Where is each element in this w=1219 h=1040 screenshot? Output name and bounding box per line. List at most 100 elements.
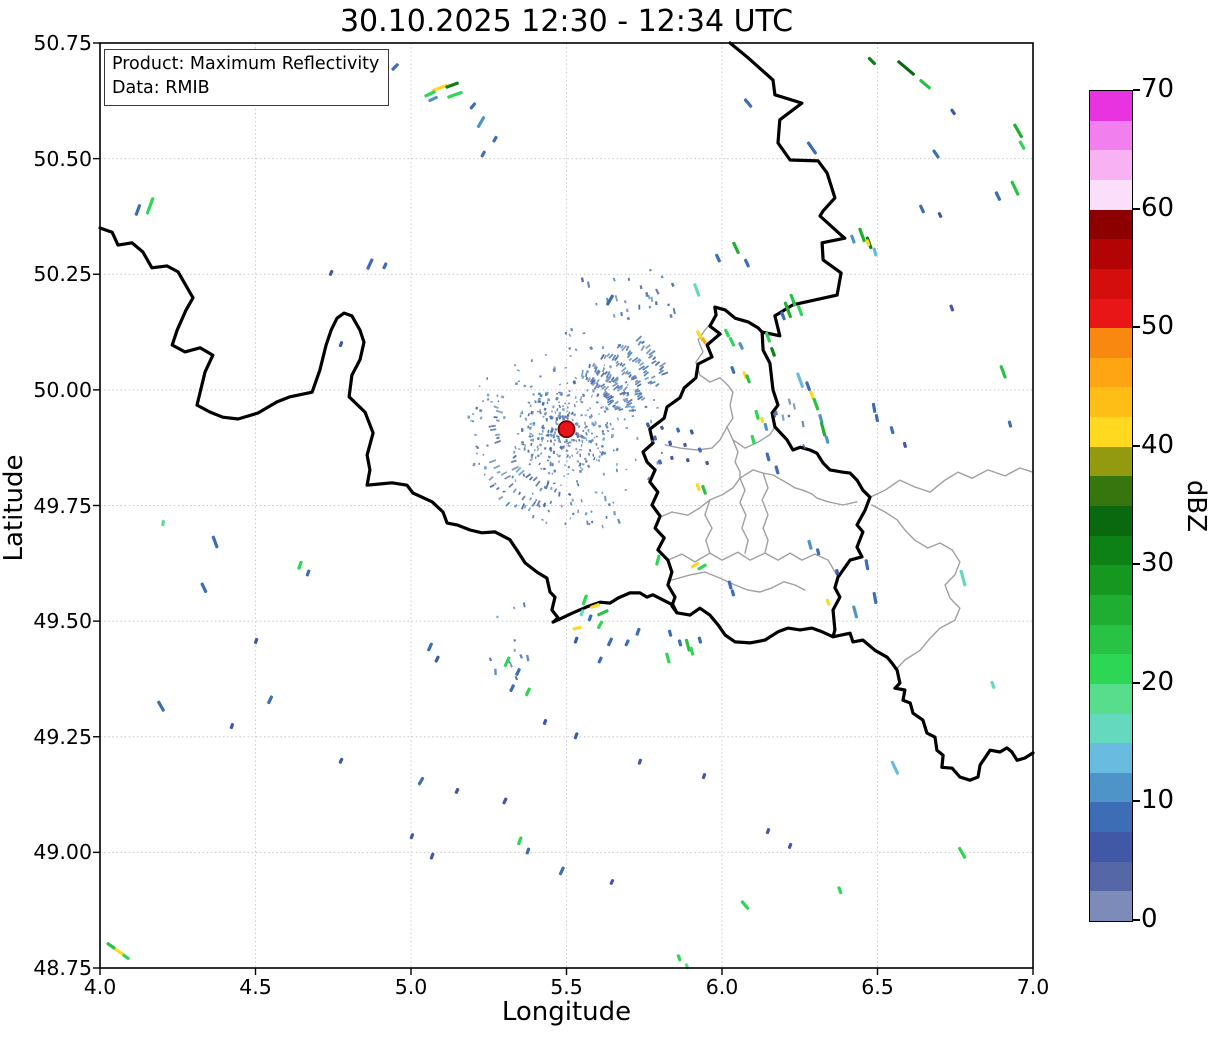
echo-streak bbox=[253, 637, 259, 645]
clutter-speck bbox=[608, 380, 612, 383]
echo-speck bbox=[586, 281, 591, 288]
clutter-speck bbox=[523, 447, 526, 451]
echo-speck bbox=[526, 654, 530, 662]
echo-speck bbox=[654, 301, 658, 306]
clutter-speck bbox=[555, 393, 559, 395]
clutter-speck bbox=[594, 420, 597, 425]
echo-streak bbox=[587, 614, 593, 622]
clutter-arc-speck bbox=[513, 504, 518, 508]
clutter-speck bbox=[587, 464, 591, 469]
clutter-speck bbox=[574, 396, 577, 399]
y-tick-label: 50.25 bbox=[33, 262, 92, 287]
clutter-speck bbox=[553, 442, 556, 446]
clutter-speck bbox=[483, 473, 486, 476]
clutter-arc-speck bbox=[512, 488, 517, 494]
echo-streak bbox=[492, 135, 498, 143]
clutter-arc-speck bbox=[518, 491, 521, 496]
clutter-speck bbox=[514, 479, 517, 482]
clutter-arc-speck bbox=[521, 495, 526, 501]
echo-speck bbox=[648, 305, 652, 309]
echo-streak bbox=[480, 150, 486, 158]
clutter-arc-speck bbox=[488, 475, 494, 481]
clutter-speck bbox=[551, 463, 554, 467]
echo-streak bbox=[825, 598, 831, 606]
echo-streak bbox=[689, 429, 694, 435]
colorbar-segment bbox=[1090, 742, 1132, 773]
echo-streak bbox=[624, 639, 630, 647]
clutter-arc-speck bbox=[600, 353, 605, 360]
clutter-speck bbox=[636, 436, 639, 440]
clutter-speck bbox=[564, 367, 568, 369]
colorbar-segment bbox=[1090, 327, 1132, 358]
clutter-speck bbox=[547, 509, 550, 513]
clutter-speck bbox=[531, 434, 534, 438]
echo-streak bbox=[889, 426, 895, 435]
colorbar-segment bbox=[1090, 298, 1132, 329]
echo-streak bbox=[525, 847, 531, 855]
echo-streak bbox=[864, 559, 870, 571]
colorbar-segment bbox=[1090, 238, 1132, 269]
clutter-speck bbox=[482, 400, 485, 403]
colorbar-segment bbox=[1090, 653, 1132, 684]
clutter-speck bbox=[544, 353, 547, 356]
clutter-speck bbox=[569, 455, 571, 459]
echo-streak bbox=[597, 656, 603, 664]
clutter-speck bbox=[584, 426, 586, 429]
clutter-speck bbox=[546, 459, 550, 462]
clutter-speck bbox=[579, 462, 582, 466]
echo-streak bbox=[806, 141, 818, 155]
clutter-speck bbox=[529, 404, 532, 408]
colorbar-segment bbox=[1090, 416, 1132, 447]
echo-streak bbox=[145, 197, 155, 215]
colorbar-tick-label: 60 bbox=[1141, 192, 1175, 223]
clutter-speck bbox=[626, 384, 629, 386]
clutter-speck bbox=[557, 460, 561, 463]
colorbar-segment bbox=[1090, 890, 1132, 921]
echo-speck bbox=[612, 313, 616, 318]
clutter-speck bbox=[467, 415, 471, 419]
echo-streak bbox=[999, 365, 1007, 379]
clutter-speck bbox=[567, 444, 571, 448]
clutter-speck bbox=[584, 421, 587, 425]
clutter-speck bbox=[529, 385, 533, 388]
clutter-speck bbox=[601, 345, 605, 350]
clutter-speck bbox=[553, 431, 557, 435]
clutter-speck bbox=[572, 438, 575, 442]
clutter-speck bbox=[611, 428, 615, 430]
clutter-speck bbox=[473, 433, 477, 437]
y-tick-label: 49.75 bbox=[33, 493, 92, 518]
echo-streak bbox=[807, 539, 813, 550]
clutter-speck bbox=[567, 492, 572, 496]
colorbar-tick-label: 20 bbox=[1141, 666, 1175, 697]
clutter-speck bbox=[584, 511, 588, 516]
clutter-arc-speck bbox=[645, 344, 651, 350]
clutter-speck bbox=[579, 466, 582, 469]
clutter-speck bbox=[581, 440, 584, 444]
clutter-speck bbox=[590, 394, 594, 398]
echo-streak bbox=[338, 757, 344, 764]
echo-speck bbox=[620, 312, 623, 317]
clutter-speck bbox=[573, 403, 576, 408]
echo-streak bbox=[542, 718, 548, 726]
echo-speck bbox=[787, 414, 791, 418]
clutter-speck bbox=[538, 432, 541, 436]
regional-border bbox=[659, 469, 858, 518]
clutter-speck bbox=[503, 416, 506, 420]
echo-speck bbox=[586, 520, 589, 526]
colorbar bbox=[1089, 90, 1133, 922]
clutter-speck bbox=[558, 383, 562, 386]
y-tick-label: 50.50 bbox=[33, 146, 92, 171]
echo-streak bbox=[715, 253, 721, 263]
y-tick-label: 48.75 bbox=[33, 956, 92, 980]
clutter-speck bbox=[568, 402, 570, 405]
x-tick-label: 7.0 bbox=[1016, 975, 1050, 999]
page-title: 30.10.2025 12:30 - 12:34 UTC bbox=[339, 4, 794, 39]
echo-streak bbox=[597, 609, 609, 617]
echo-streak bbox=[697, 636, 703, 644]
clutter-arc-speck bbox=[650, 375, 656, 379]
echo-streak bbox=[1010, 180, 1020, 196]
clutter-speck bbox=[598, 424, 602, 428]
echo-streak bbox=[655, 554, 661, 566]
y-tick-label: 49.25 bbox=[33, 724, 92, 749]
clutter-speck bbox=[588, 448, 592, 453]
